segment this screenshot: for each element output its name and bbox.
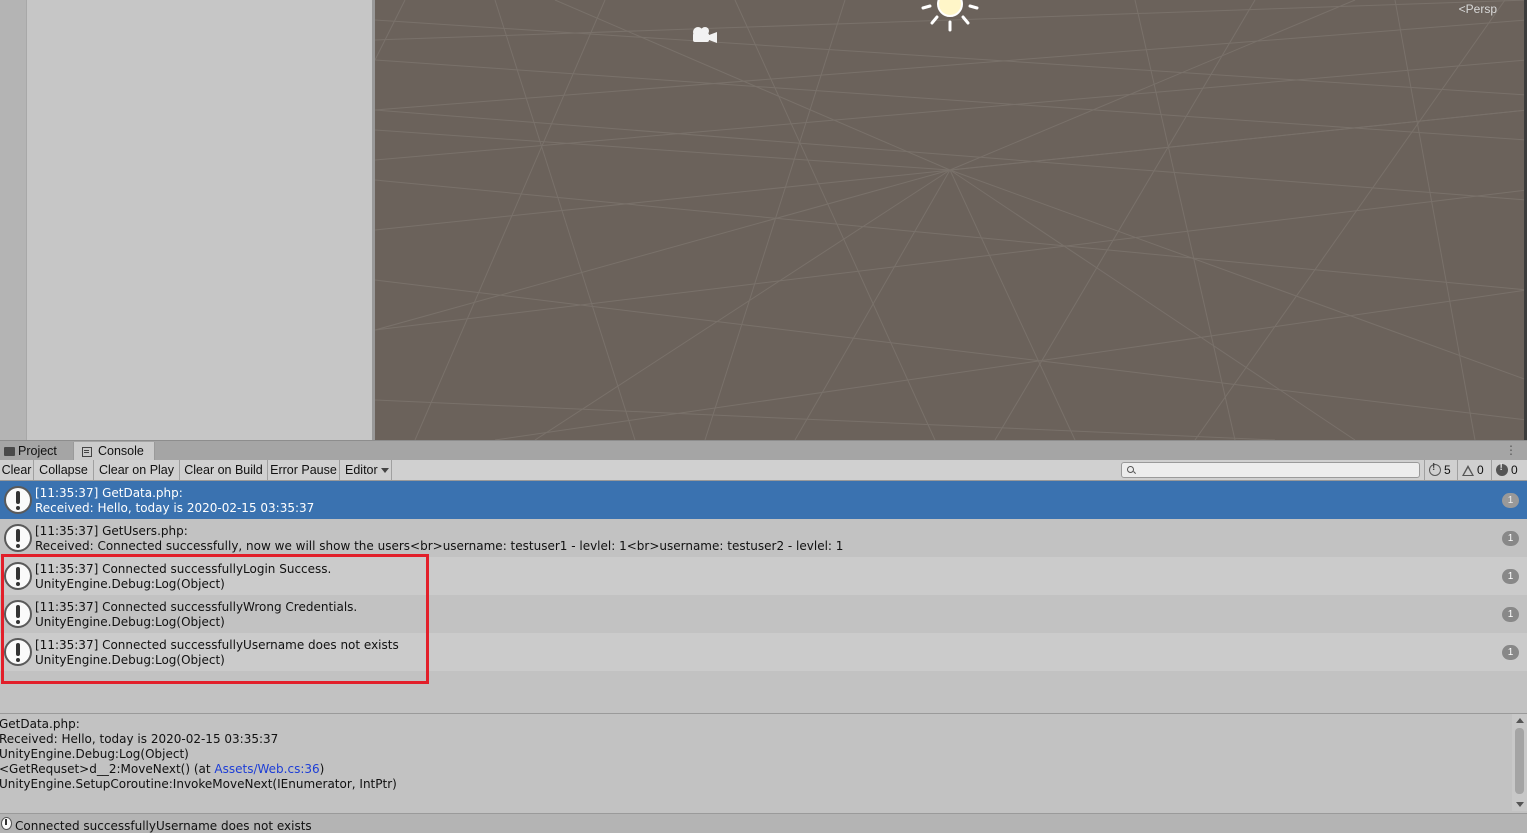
info-icon	[4, 600, 32, 628]
sun-icon[interactable]	[915, 0, 985, 34]
log-detail: UnityEngine.Debug:Log(Object)	[35, 577, 225, 591]
log-count-badge: 1	[1502, 607, 1519, 622]
log-count-badge: 1	[1502, 493, 1519, 508]
warning-count-toggle[interactable]: 0	[1457, 460, 1491, 480]
editor-dropdown[interactable]: Editor	[340, 460, 392, 480]
warning-count: 0	[1477, 463, 1484, 477]
tab-project[interactable]: Project	[0, 442, 73, 461]
editor-dropdown-label: Editor	[345, 463, 378, 477]
stack-trace-line: <GetRequset>d__2:MoveNext() (at Assets/W…	[0, 762, 324, 776]
detail-line: Received: Hello, today is 2020-02-15 03:…	[0, 732, 279, 746]
log-count-toggle[interactable]: 5	[1424, 460, 1457, 480]
collapse-button[interactable]: Collapse	[34, 460, 94, 480]
search-input[interactable]	[1138, 463, 1416, 477]
info-icon	[4, 562, 32, 590]
log-message: [11:35:37] Connected successfullyWrong C…	[35, 600, 358, 614]
more-options-icon[interactable]: ⋮	[1505, 444, 1517, 456]
scene-view[interactable]: <Persp	[375, 0, 1527, 440]
clear-on-build-button[interactable]: Clear on Build	[180, 460, 268, 480]
info-icon	[1, 817, 12, 830]
error-count-toggle[interactable]: 0	[1491, 460, 1527, 480]
persp-label[interactable]: <Persp	[1459, 2, 1497, 16]
clear-button[interactable]: Clear	[0, 460, 34, 480]
log-count-badge: 1	[1502, 531, 1519, 546]
view-mode-text: Persp	[1465, 2, 1497, 16]
console-panel: Project Console ⋮ Clear Collapse Clear o…	[0, 440, 1527, 833]
log-detail: Received: Connected successfully, now we…	[35, 539, 844, 553]
log-list: [11:35:37] GetData.php: Received: Hello,…	[0, 481, 1527, 713]
log-message: [11:35:37] GetUsers.php:	[35, 524, 188, 538]
log-details: GetData.php: Received: Hello, today is 2…	[0, 714, 1512, 811]
scene-grid	[375, 0, 1527, 440]
log-count: 5	[1444, 463, 1451, 477]
log-entry[interactable]: [11:35:37] Connected successfullyLogin S…	[0, 557, 1527, 595]
source-link[interactable]: Assets/Web.cs:36	[214, 762, 319, 776]
search-icon	[1127, 466, 1134, 473]
tab-project-label: Project	[18, 444, 57, 458]
tab-console-label: Console	[98, 444, 144, 458]
detail-line: UnityEngine.Debug:Log(Object)	[0, 747, 189, 761]
info-icon	[4, 486, 32, 514]
log-count-badge: 1	[1502, 645, 1519, 660]
hierarchy-side-strip	[0, 0, 27, 440]
log-detail: UnityEngine.Debug:Log(Object)	[35, 615, 225, 629]
stack-trace-text: <GetRequset>d__2:MoveNext() (at	[0, 762, 215, 776]
search-box[interactable]	[1121, 462, 1420, 478]
tab-bar: Project Console ⋮	[0, 440, 1527, 461]
scroll-down-icon[interactable]	[1516, 802, 1524, 807]
camera-icon[interactable]	[690, 24, 720, 46]
log-count-badge: 1	[1502, 569, 1519, 584]
chevron-left-icon: <	[1458, 2, 1466, 16]
clear-on-play-button[interactable]: Clear on Play	[94, 460, 180, 480]
log-message: [11:35:37] GetData.php:	[35, 486, 183, 500]
log-detail: UnityEngine.Debug:Log(Object)	[35, 653, 225, 667]
scroll-up-icon[interactable]	[1516, 718, 1524, 723]
info-icon	[1429, 462, 1441, 476]
info-icon	[4, 524, 32, 552]
info-icon	[4, 638, 32, 666]
console-icon	[82, 447, 92, 457]
tab-console[interactable]: Console	[73, 442, 155, 461]
details-scrollbar[interactable]	[1512, 714, 1527, 811]
status-message: Connected successfullyUsername does not …	[15, 819, 312, 833]
log-message: [11:35:37] Connected successfullyUsernam…	[35, 638, 399, 652]
detail-line: UnityEngine.SetupCoroutine:InvokeMoveNex…	[0, 777, 397, 791]
status-bar[interactable]: Connected successfullyUsername does not …	[0, 813, 1527, 833]
error-pause-button[interactable]: Error Pause	[268, 460, 340, 480]
error-count: 0	[1511, 463, 1518, 477]
log-entry[interactable]: [11:35:37] GetData.php: Received: Hello,…	[0, 481, 1527, 519]
log-entry[interactable]: [11:35:37] Connected successfullyWrong C…	[0, 595, 1527, 633]
detail-line: GetData.php:	[0, 717, 80, 731]
warning-icon	[1462, 465, 1474, 476]
folder-icon	[4, 447, 15, 456]
chevron-down-icon	[381, 468, 389, 473]
log-entry[interactable]: [11:35:37] GetUsers.php: Received: Conne…	[0, 519, 1527, 557]
log-message: [11:35:37] Connected successfullyLogin S…	[35, 562, 332, 576]
scroll-thumb[interactable]	[1515, 728, 1524, 794]
hierarchy-panel	[0, 0, 374, 440]
error-icon	[1496, 462, 1508, 476]
log-entry[interactable]: [11:35:37] Connected successfullyUsernam…	[0, 633, 1527, 671]
log-detail: Received: Hello, today is 2020-02-15 03:…	[35, 501, 315, 515]
console-toolbar: Clear Collapse Clear on Play Clear on Bu…	[0, 460, 1527, 481]
stack-trace-suffix: )	[319, 762, 325, 776]
